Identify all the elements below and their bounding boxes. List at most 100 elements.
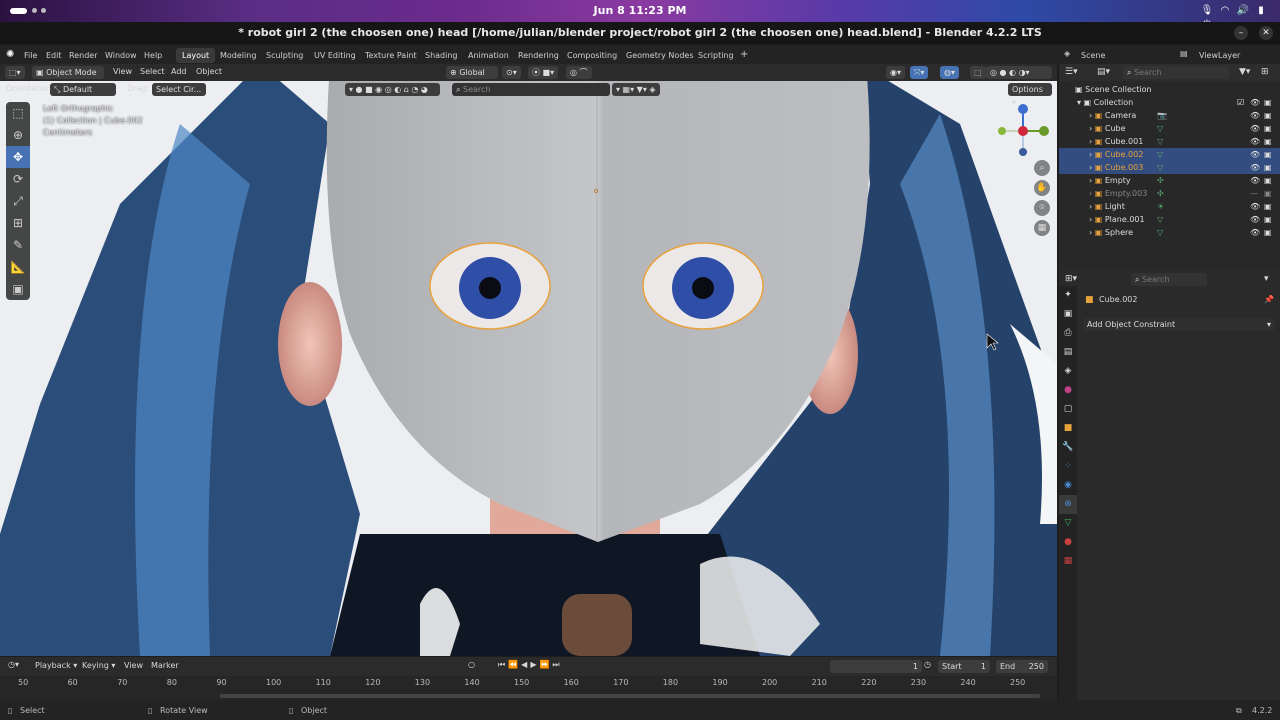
visibility-eye-icon[interactable]: 👁 bbox=[1250, 174, 1260, 187]
render-camera-icon[interactable]: ▣ bbox=[1264, 174, 1272, 187]
render-camera-icon[interactable]: ▣ bbox=[1264, 96, 1272, 109]
object-data-icon[interactable]: ✣ bbox=[1157, 187, 1164, 200]
mic-icon[interactable]: 🎙 bbox=[1200, 5, 1214, 17]
outliner-editor-icon[interactable]: ☰▾ bbox=[1065, 67, 1078, 77]
outliner-item[interactable]: › ▣ Sphere ▽ 👁 ▣ bbox=[1059, 226, 1280, 239]
object-data-icon[interactable]: ▽ bbox=[1157, 226, 1163, 239]
scale-icon[interactable]: ⤢ bbox=[6, 190, 30, 212]
menu-add[interactable]: Add bbox=[171, 67, 187, 76]
object-data-icon[interactable]: ✣ bbox=[1157, 174, 1164, 187]
playback-controls[interactable]: ⏮⏪◀▶⏩⏭ bbox=[498, 660, 563, 670]
world-tab-icon[interactable]: ● bbox=[1059, 381, 1077, 400]
pivot-icon[interactable]: ⊙▾ bbox=[502, 66, 521, 79]
orientation-selector[interactable]: ⤡ Default bbox=[50, 83, 116, 96]
navigation-gizmo[interactable] bbox=[995, 103, 1051, 159]
tool-tab-icon[interactable]: ✦ bbox=[1059, 286, 1077, 305]
viewport-search-input[interactable]: ⌕ Search bbox=[452, 83, 610, 96]
gizmo-toggle-icon[interactable]: ⤧▾ bbox=[910, 66, 929, 79]
xray-icon[interactable]: ⬚ bbox=[970, 66, 986, 79]
visibility-eye-icon[interactable]: 👁 bbox=[1250, 96, 1260, 109]
constraints-tab-icon[interactable]: ⊗ bbox=[1059, 495, 1077, 514]
menu-file[interactable]: File bbox=[24, 51, 37, 60]
outliner-item[interactable]: › ▣ Empty.003 ✣ — ▣ bbox=[1059, 187, 1280, 200]
marker-menu[interactable]: Marker bbox=[151, 661, 179, 670]
outliner-scene-collection[interactable]: ▣ Scene Collection bbox=[1059, 83, 1280, 96]
move-icon[interactable]: ✥ bbox=[6, 146, 30, 168]
snap-icon[interactable]: ⦿ ■▾ bbox=[528, 66, 559, 79]
end-frame-field[interactable]: End 250 bbox=[996, 660, 1048, 673]
object-data-icon[interactable]: ▽ bbox=[1157, 161, 1163, 174]
workspace-tab-scripting[interactable]: Scripting bbox=[692, 48, 740, 63]
visibility-eye-icon[interactable]: 👁 bbox=[1250, 161, 1260, 174]
menu-select[interactable]: Select bbox=[140, 67, 165, 76]
menu-render[interactable]: Render bbox=[69, 51, 97, 60]
render-camera-icon[interactable]: ▣ bbox=[1264, 161, 1272, 174]
mode-selector[interactable]: ▣ Object Mode bbox=[32, 66, 104, 79]
outliner-item[interactable]: › ▣ Plane.001 ▽ 👁 ▣ bbox=[1059, 213, 1280, 226]
object-data-icon[interactable]: ▽ bbox=[1157, 148, 1163, 161]
proportional-editing-icon[interactable]: ◎ ⌒ bbox=[566, 66, 592, 79]
material-tab-icon[interactable]: ● bbox=[1059, 533, 1077, 552]
menu-view[interactable]: View bbox=[113, 67, 132, 76]
start-frame-field[interactable]: Start 1 bbox=[938, 660, 990, 673]
visibility-eye-icon[interactable]: 👁 bbox=[1250, 213, 1260, 226]
editor-type-icon[interactable]: ⬚▾ bbox=[5, 66, 25, 79]
visibility-eye-icon[interactable]: 👁 bbox=[1250, 226, 1260, 239]
render-camera-icon[interactable]: ▣ bbox=[1264, 226, 1272, 239]
outliner-item[interactable]: › ▣ Cube.002 ▽ 👁 ▣ bbox=[1059, 148, 1280, 161]
menu-object[interactable]: Object bbox=[196, 67, 222, 76]
physics-tab-icon[interactable]: ◉ bbox=[1059, 476, 1077, 495]
object-data-icon[interactable]: 📷 bbox=[1157, 109, 1167, 122]
keying-menu[interactable]: Keying ▾ bbox=[82, 661, 115, 670]
workspace-tab-uv-editing[interactable]: UV Editing bbox=[308, 48, 362, 63]
outliner-item[interactable]: › ▣ Camera 📷 👁 ▣ bbox=[1059, 109, 1280, 122]
minimize-button[interactable]: – bbox=[1234, 26, 1248, 40]
visibility-eye-icon[interactable]: — bbox=[1250, 187, 1258, 200]
pin-icon[interactable]: 📌 bbox=[1264, 295, 1274, 304]
workspace-tab-shading[interactable]: Shading bbox=[419, 48, 464, 63]
volume-icon[interactable]: 🔊 bbox=[1236, 5, 1250, 17]
shading-mode-icons[interactable]: ◎ ● ◐ ◑▾ bbox=[986, 66, 1052, 79]
rotate-icon[interactable]: ⟳ bbox=[6, 168, 30, 190]
outliner-item[interactable]: › ▣ Cube.001 ▽ 👁 ▣ bbox=[1059, 135, 1280, 148]
menu-window[interactable]: Window bbox=[105, 51, 137, 60]
camera-view-icon[interactable]: ⌾ bbox=[1034, 200, 1050, 216]
workspace-tab-animation[interactable]: Animation bbox=[462, 48, 515, 63]
outliner-search-input[interactable]: ⌕ Search bbox=[1123, 66, 1229, 79]
blender-logo-icon[interactable]: ✺ bbox=[6, 49, 14, 60]
render-camera-icon[interactable]: ▣ bbox=[1264, 200, 1272, 213]
zoom-icon[interactable]: ⌕ bbox=[1034, 160, 1050, 176]
properties-editor-icon[interactable]: ⊞▾ bbox=[1065, 274, 1077, 284]
outliner-item[interactable]: › ▣ Cube ▽ 👁 ▣ bbox=[1059, 122, 1280, 135]
workspace-tab-modeling[interactable]: Modeling bbox=[214, 48, 262, 63]
data-tab-icon[interactable]: ▽ bbox=[1059, 514, 1077, 533]
add-cube-icon[interactable]: ▣ bbox=[6, 278, 30, 300]
modifier-tab-icon[interactable]: 🔧 bbox=[1059, 438, 1077, 457]
collection-tab-icon[interactable]: ▢ bbox=[1059, 400, 1077, 419]
visibility-eye-icon[interactable]: 👁 bbox=[1250, 148, 1260, 161]
timeline-ruler[interactable]: 50 60 70 80 90 100 110 120 130 140 150 160 170 180 190… bbox=[0, 676, 1057, 700]
workspace-tab-layout[interactable]: Layout bbox=[176, 48, 216, 63]
menu-help[interactable]: Help bbox=[144, 51, 162, 60]
view-layer-selector[interactable]: ViewLayer bbox=[1199, 51, 1240, 60]
render-camera-icon[interactable]: ▣ bbox=[1264, 213, 1272, 226]
scene-tab-icon[interactable]: ◈ bbox=[1059, 362, 1077, 381]
visibility-eye-icon[interactable]: 👁 bbox=[1250, 135, 1260, 148]
visibility-eye-icon[interactable]: 👁 bbox=[1250, 109, 1260, 122]
ortho-grid-icon[interactable]: ▦ bbox=[1034, 220, 1050, 236]
properties-search-input[interactable]: ⌕ Search bbox=[1131, 273, 1207, 286]
close-button[interactable]: ✕ bbox=[1259, 26, 1273, 40]
visibility-icon[interactable]: ◉▾ bbox=[886, 66, 905, 79]
render-camera-icon[interactable]: ▣ bbox=[1264, 148, 1272, 161]
timeline-scrollbar[interactable] bbox=[220, 694, 1040, 698]
workspace-tab-compositing[interactable]: Compositing bbox=[561, 48, 623, 63]
workspace-tab-geometry-nodes[interactable]: Geometry Nodes bbox=[620, 48, 699, 63]
new-collection-icon[interactable]: ⊞ bbox=[1261, 67, 1269, 77]
wifi-icon[interactable]: ◠ bbox=[1218, 5, 1232, 17]
object-data-icon[interactable]: ▽ bbox=[1157, 122, 1163, 135]
display-mode-icon[interactable]: ▤▾ bbox=[1097, 67, 1110, 77]
measure-icon[interactable]: 📐 bbox=[6, 256, 30, 278]
view-layer-tab-icon[interactable]: ▤ bbox=[1059, 343, 1077, 362]
options-button[interactable]: Options ▾ bbox=[1008, 83, 1052, 107]
outliner-item[interactable]: › ▣ Light ☀ 👁 ▣ bbox=[1059, 200, 1280, 213]
